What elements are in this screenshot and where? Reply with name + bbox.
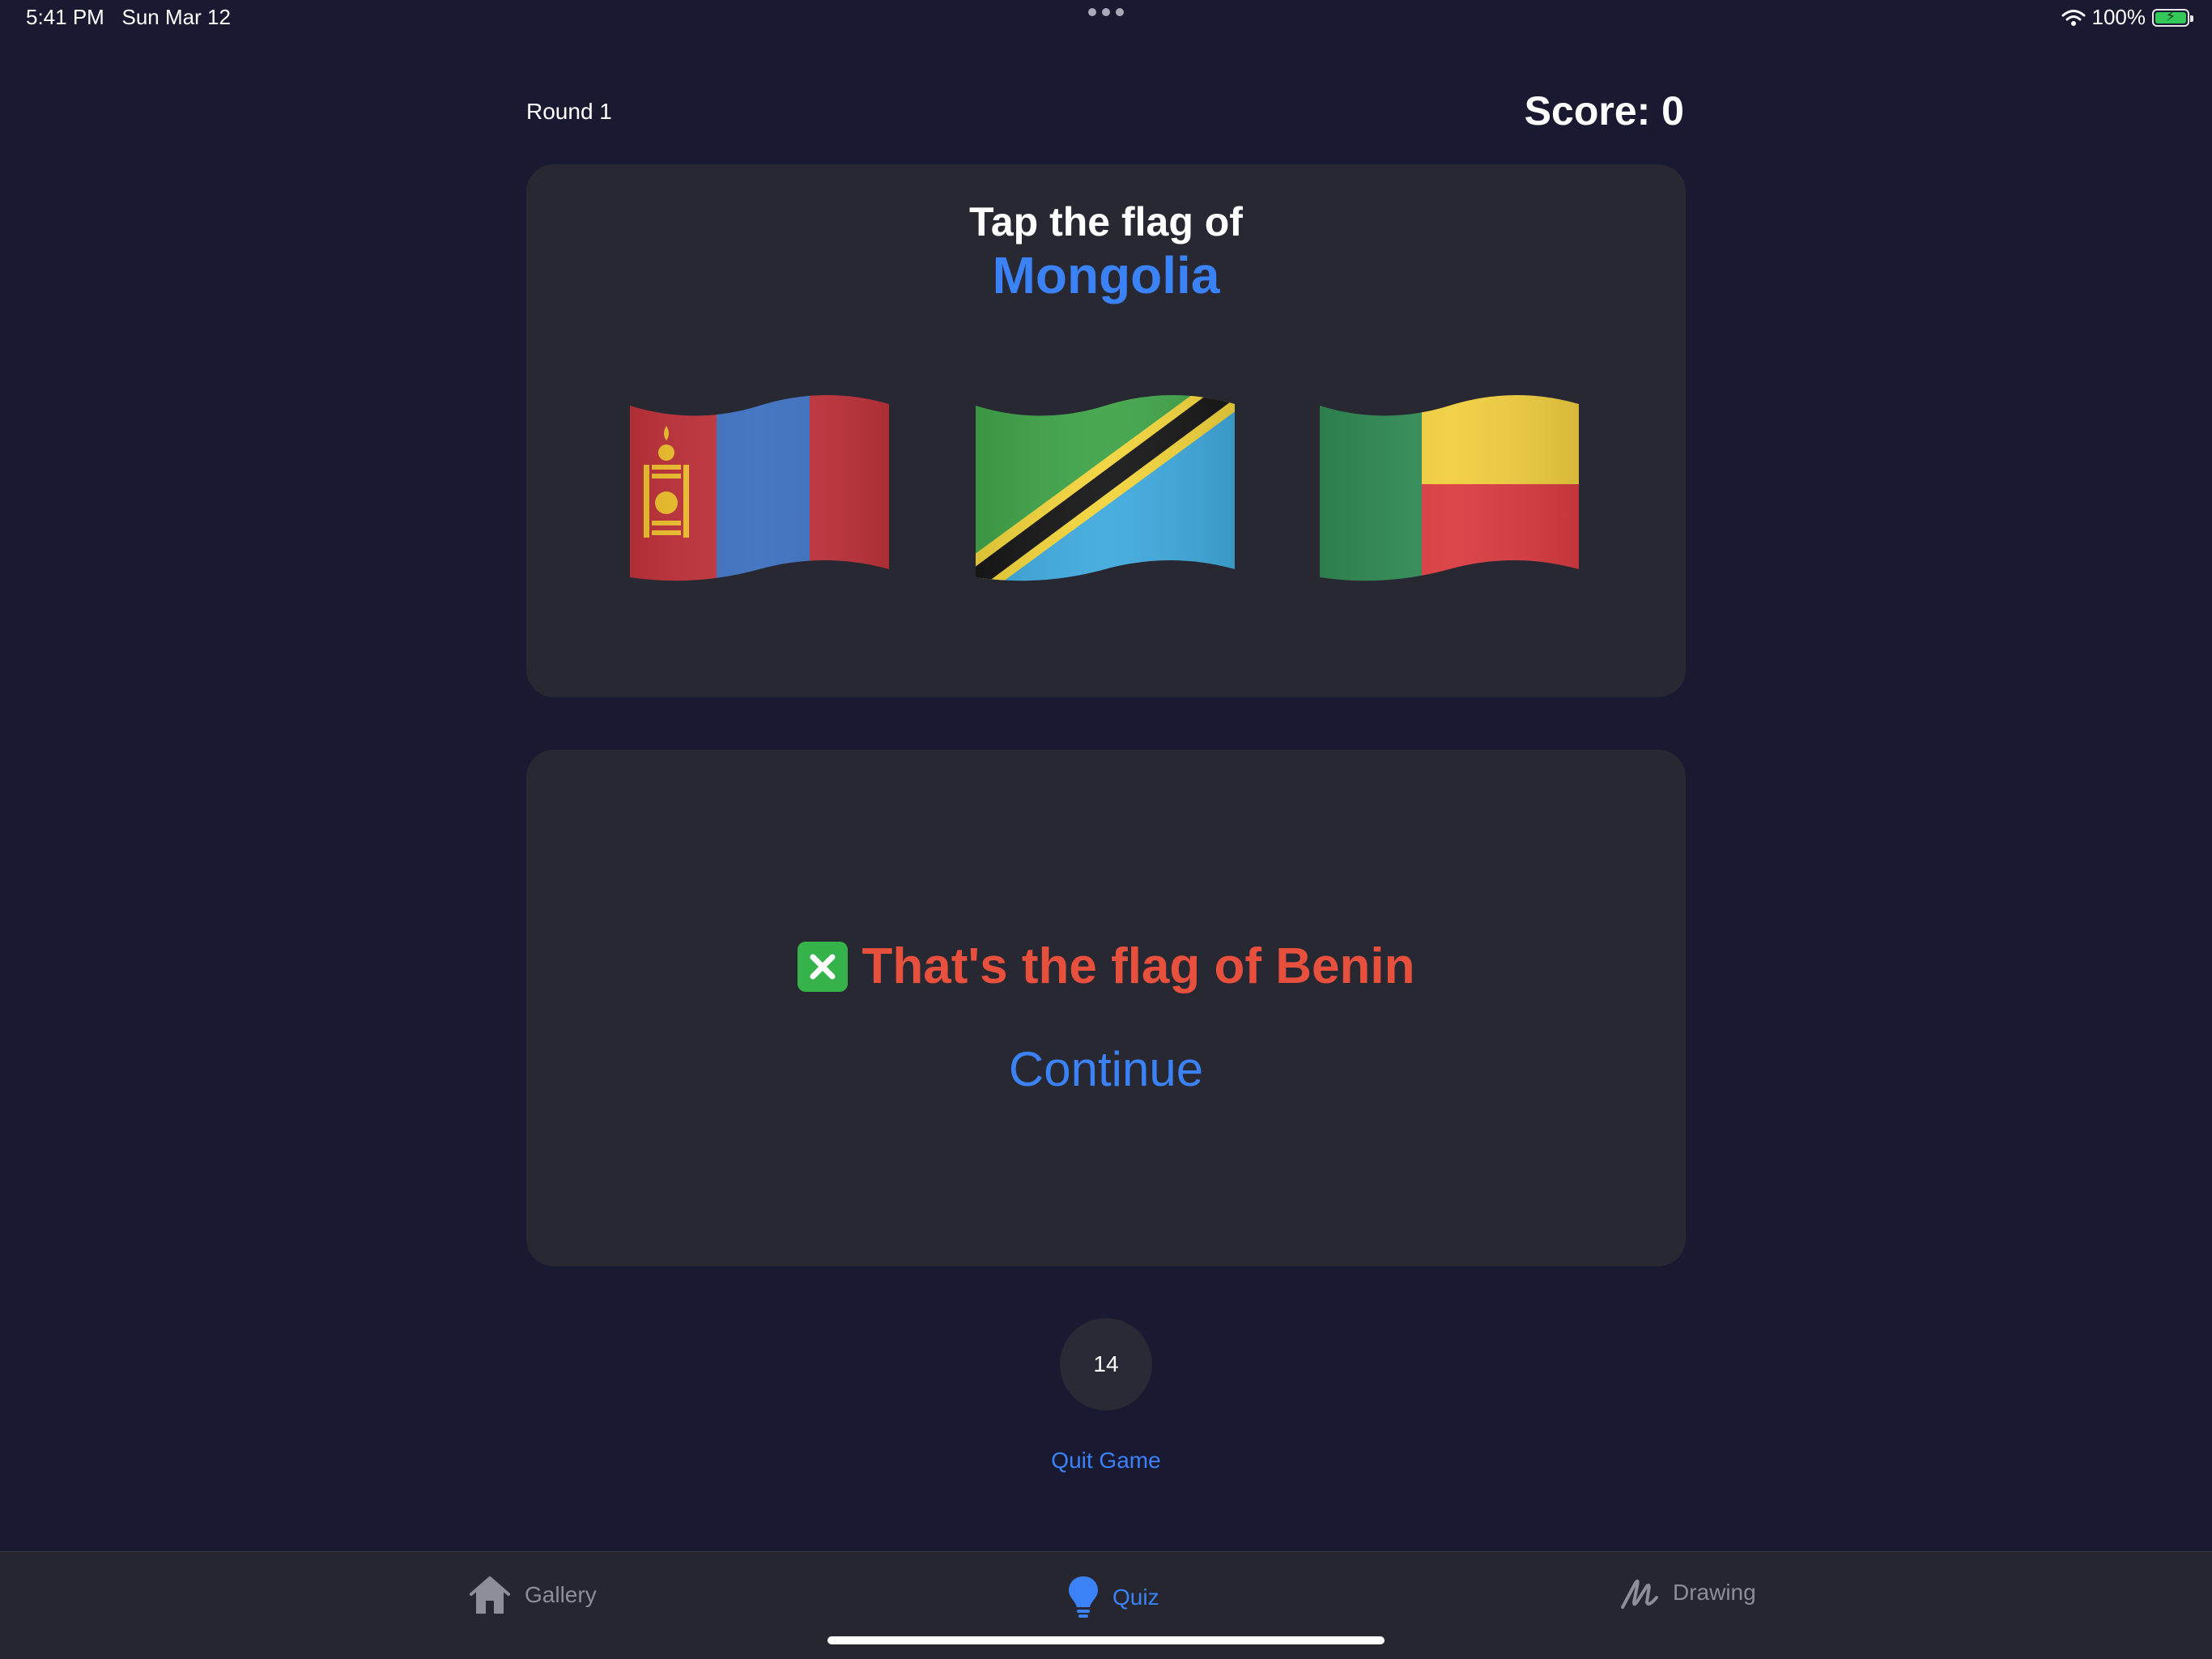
lightbulb-icon bbox=[1069, 1576, 1098, 1618]
scribble-icon bbox=[1621, 1579, 1658, 1609]
score-label: Score: 0 bbox=[1524, 88, 1684, 134]
home-indicator[interactable] bbox=[827, 1636, 1385, 1644]
flag-option-benin[interactable] bbox=[1312, 381, 1587, 584]
quit-game-button[interactable]: Quit Game bbox=[0, 1448, 2212, 1474]
question-card: Tap the flag of Mongolia bbox=[526, 164, 1686, 697]
battery-icon: ⚡ bbox=[2152, 8, 2193, 27]
continue-button[interactable]: Continue bbox=[526, 1041, 1686, 1097]
target-country: Mongolia bbox=[992, 246, 1220, 304]
tab-quiz-label: Quiz bbox=[1112, 1585, 1159, 1610]
house-icon bbox=[470, 1576, 510, 1614]
question-prompt: Tap the flag of bbox=[969, 199, 1243, 245]
tab-drawing-label: Drawing bbox=[1673, 1580, 1756, 1605]
status-bar: 5:41 PM Sun Mar 12 100% ⚡ bbox=[0, 0, 2212, 39]
benin-flag-icon bbox=[1320, 394, 1579, 581]
flag-option-tanzania[interactable] bbox=[968, 381, 1243, 584]
status-indicators: 100% ⚡ bbox=[2061, 5, 2193, 30]
flag-option-mongolia[interactable] bbox=[622, 381, 897, 584]
tab-drawing[interactable]: Drawing bbox=[1619, 1575, 1756, 1610]
mongolia-flag-icon bbox=[630, 394, 889, 581]
feedback-line: That's the flag of Benin bbox=[526, 938, 1686, 995]
wifi-icon bbox=[2061, 9, 2085, 26]
tab-gallery-label: Gallery bbox=[525, 1582, 597, 1607]
feedback-message: That's the flag of Benin bbox=[861, 938, 1415, 994]
round-label: Round 1 bbox=[526, 99, 612, 124]
feedback-card: That's the flag of Benin Continue bbox=[526, 750, 1686, 1266]
status-time: 5:41 PM Sun Mar 12 bbox=[26, 5, 231, 29]
tab-quiz[interactable]: Quiz bbox=[1067, 1575, 1159, 1620]
tanzania-flag-icon bbox=[976, 394, 1235, 581]
tab-gallery[interactable]: Gallery bbox=[468, 1575, 597, 1615]
multitasking-dots-icon[interactable] bbox=[1088, 8, 1124, 16]
battery-percent: 100% bbox=[2091, 5, 2146, 29]
cross-mark-icon bbox=[797, 941, 848, 992]
countdown-timer: 14 bbox=[1060, 1318, 1152, 1410]
